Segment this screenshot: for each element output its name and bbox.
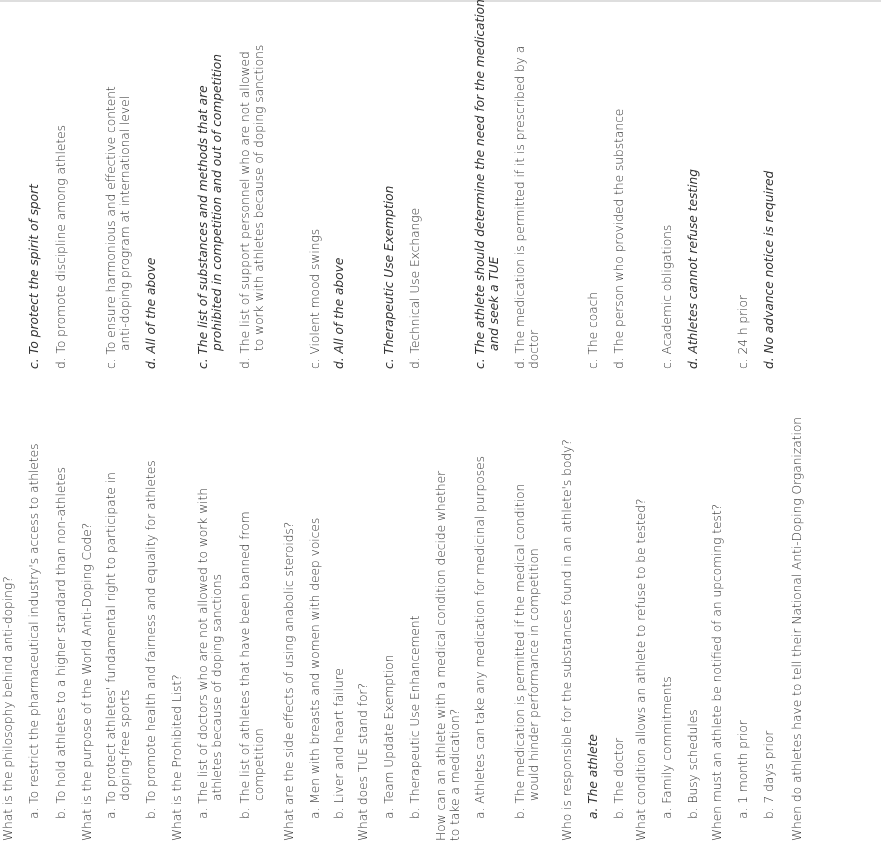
q1-answer-a: a. To restrict the pharmaceutical indust… [27, 443, 41, 819]
q2-answer-c: c. To ensure harmonious and effective co… [104, 86, 118, 369]
q2-answer-a-cont: doping-free sports [118, 689, 132, 801]
q6-answer-c: c. The athlete should determine the need… [473, 0, 487, 369]
q7-answer-b: b. The doctor [612, 737, 626, 819]
question-4: What are the side effects of using anabo… [282, 521, 296, 841]
question-5: What does TUE stand for? [356, 683, 370, 841]
q4-answer-b: b. Liver and heart failure [332, 668, 346, 819]
q8-answer-a: a. Family commitments [660, 676, 674, 819]
question-6-cont: to take a medication? [448, 708, 462, 841]
q3-answer-b: b. The list of athletes that have been b… [238, 511, 252, 819]
q2-answer-c-cont: anti-doping program at international lev… [118, 95, 132, 351]
question-8: What condition allows an athlete to refu… [634, 498, 648, 842]
q6-answer-c-cont: and seek a TUE [487, 256, 501, 352]
q9-answer-c: c. 24 h prior [736, 294, 750, 369]
q7-answer-a: a. The athlete [586, 734, 600, 819]
q5-answer-d: d. Technical Use Exchange [408, 207, 422, 369]
question-10: When do athletes have to tell their Nati… [790, 416, 804, 841]
q3-answer-d: d. The list of support personnel who are… [238, 51, 252, 369]
page-edge-divider [0, 0, 881, 2]
q2-answer-a: a. To protect athletes' fundamental righ… [104, 472, 118, 819]
q5-answer-b: b. Therapeutic Use Enhancement [408, 615, 422, 819]
q6-answer-a: a. Athletes can take any medication for … [473, 456, 487, 819]
q9-answer-d: d. No advance notice is required [762, 170, 776, 369]
question-9: When must an athlete be notified of an u… [710, 503, 724, 841]
q3-answer-d-cont: to work with athletes because of doping … [252, 44, 266, 351]
q7-answer-c: c. The coach [586, 291, 600, 369]
question-6: How can an athlete with a medical condit… [434, 470, 448, 841]
q8-answer-d: d. Athletes cannot refuse testing [686, 169, 700, 369]
question-1: What is the philosophy behind anti-dopin… [1, 576, 15, 841]
q4-answer-a: a. Men with breasts and women with deep … [308, 517, 322, 819]
rotated-page: What is the philosophy behind anti-dopin… [0, 0, 881, 845]
q2-answer-d: d. All of the above [144, 257, 158, 369]
q8-answer-c: c. Academic obligations [660, 224, 674, 369]
question-7: Who is responsible for the substances fo… [560, 439, 574, 841]
q2-answer-b: b. To promote health and fairness and eq… [144, 460, 158, 819]
q1-answer-b: b. To hold athletes to a higher standard… [54, 467, 68, 819]
q3-answer-a: a. The list of doctors who are not allow… [196, 487, 210, 819]
q3-answer-a-cont: athletes because of doping sanctions [210, 574, 224, 801]
q4-answer-c: c. Violent mood swings [308, 228, 322, 369]
q7-answer-d: d. The person who provided the substance [612, 108, 626, 369]
question-2: What is the purpose of the World Anti-Do… [80, 522, 94, 841]
q3-answer-c-cont: prohibited in competition and out of com… [210, 54, 224, 351]
q9-answer-a: a. 1 month prior [736, 720, 750, 819]
q6-answer-d-cont: doctor [527, 329, 541, 369]
q9-answer-b: b. 7 days prior [762, 730, 776, 819]
q6-answer-d: d. The medication is permitted if it is … [513, 45, 527, 369]
q3-answer-b-cont: competition [252, 728, 266, 801]
q3-answer-c: c. The list of substances and methods th… [196, 85, 210, 369]
q5-answer-a: a. Team Update Exemption [382, 654, 396, 819]
q4-answer-d: d. All of the above [332, 257, 346, 369]
q6-answer-b: b. The medication is permitted if the me… [513, 483, 527, 819]
q1-answer-d: d. To promote discipline among athletes [54, 125, 68, 369]
question-3: What is the Prohibited List? [170, 674, 184, 841]
q1-answer-c: c. To protect the spirit of sport [27, 184, 41, 369]
q6-answer-b-cont: would hinder performance in competition [527, 548, 541, 801]
q5-answer-c: c. Therapeutic Use Exemption [382, 185, 396, 369]
q8-answer-b: b. Busy schedules [686, 709, 700, 819]
